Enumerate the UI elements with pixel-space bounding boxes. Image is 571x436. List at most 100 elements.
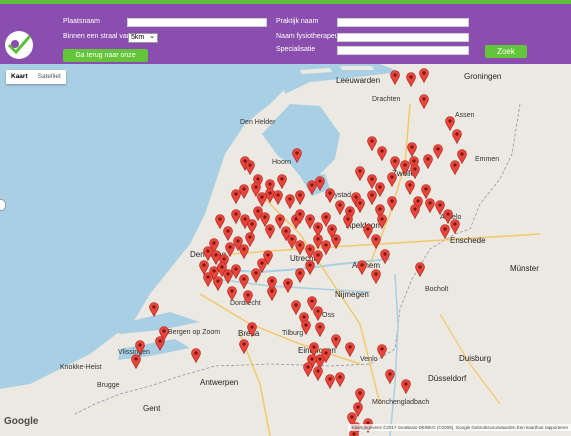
practice-marker-icon[interactable] <box>380 249 390 264</box>
practice-marker-icon[interactable] <box>371 234 381 249</box>
map-attribution[interactable]: Kaartgegevens ©2017 GeoBasis-DE/BKG (©20… <box>348 424 571 431</box>
practice-marker-icon[interactable] <box>239 274 249 289</box>
map-base <box>0 64 541 436</box>
practice-marker-icon[interactable] <box>390 70 400 85</box>
practice-marker-icon[interactable] <box>390 156 400 171</box>
practice-marker-icon[interactable] <box>159 326 169 341</box>
practice-marker-icon[interactable] <box>315 176 325 191</box>
practice-marker-icon[interactable] <box>405 180 415 195</box>
map-type-control: Kaart Satelliet <box>6 70 66 84</box>
practice-marker-icon[interactable] <box>335 372 345 387</box>
practice-marker-icon[interactable] <box>407 142 417 157</box>
practice-marker-icon[interactable] <box>367 190 377 205</box>
practice-marker-icon[interactable] <box>335 200 345 215</box>
practice-marker-icon[interactable] <box>203 272 213 287</box>
practice-marker-icon[interactable] <box>355 198 365 213</box>
practice-marker-icon[interactable] <box>423 154 433 169</box>
map-type-map-button[interactable]: Kaart <box>6 70 33 84</box>
practice-marker-icon[interactable] <box>433 144 443 159</box>
practice-marker-icon[interactable] <box>315 322 325 337</box>
practice-marker-icon[interactable] <box>355 166 365 181</box>
practice-marker-icon[interactable] <box>367 136 377 151</box>
city-label: Münster <box>510 264 539 273</box>
practice-marker-icon[interactable] <box>331 334 341 349</box>
practice-marker-icon[interactable] <box>295 190 305 205</box>
practice-marker-icon[interactable] <box>325 188 335 203</box>
practice-marker-icon[interactable] <box>247 322 257 337</box>
practice-marker-icon[interactable] <box>213 276 223 291</box>
practice-marker-icon[interactable] <box>387 196 397 211</box>
city-label: Assen <box>455 112 475 119</box>
practice-marker-icon[interactable] <box>313 250 323 265</box>
practice-marker-icon[interactable] <box>345 342 355 357</box>
practice-marker-icon[interactable] <box>415 262 425 277</box>
practice-marker-icon[interactable] <box>440 224 450 239</box>
practice-marker-icon[interactable] <box>303 362 313 377</box>
practice-marker-icon[interactable] <box>377 146 387 161</box>
practice-marker-icon[interactable] <box>421 184 431 199</box>
practice-marker-icon[interactable] <box>385 369 395 384</box>
practice-marker-icon[interactable] <box>295 268 305 283</box>
practice-marker-icon[interactable] <box>273 190 283 205</box>
practice-marker-icon[interactable] <box>245 232 255 247</box>
practice-marker-icon[interactable] <box>357 260 367 275</box>
practice-marker-icon[interactable] <box>419 68 429 83</box>
practice-marker-icon[interactable] <box>191 348 201 363</box>
practice-marker-icon[interactable] <box>239 339 249 354</box>
practice-marker-icon[interactable] <box>410 204 420 219</box>
practice-marker-icon[interactable] <box>450 160 460 175</box>
practice-marker-icon[interactable] <box>135 340 145 355</box>
practice-marker-icon[interactable] <box>301 320 311 335</box>
practice-marker-icon[interactable] <box>223 226 233 241</box>
city-label: Emmen <box>475 156 500 163</box>
city-label: Knokke-Heist <box>60 364 102 371</box>
specialisatie-input[interactable] <box>337 46 469 55</box>
practice-marker-icon[interactable] <box>245 160 255 175</box>
practice-marker-icon[interactable] <box>425 198 435 213</box>
practice-marker-icon[interactable] <box>452 129 462 144</box>
praktijk-input[interactable] <box>337 18 469 27</box>
practice-marker-icon[interactable] <box>450 219 460 234</box>
city-label: Hoorn <box>272 159 292 166</box>
practice-marker-icon[interactable] <box>295 209 305 224</box>
practice-marker-icon[interactable] <box>355 388 365 403</box>
practice-marker-icon[interactable] <box>285 194 295 209</box>
practice-marker-icon[interactable] <box>277 174 287 189</box>
plaatsnaam-input[interactable] <box>127 18 267 27</box>
practice-marker-icon[interactable] <box>263 250 273 265</box>
practice-marker-icon[interactable] <box>325 374 335 389</box>
practice-marker-icon[interactable] <box>231 189 241 204</box>
city-label: Düsseldorf <box>428 374 467 383</box>
map-type-satellite-button[interactable]: Satelliet <box>33 70 66 84</box>
practice-marker-icon[interactable] <box>321 348 331 363</box>
practice-marker-icon[interactable] <box>283 278 293 293</box>
practice-marker-icon[interactable] <box>227 286 237 301</box>
practice-marker-icon[interactable] <box>343 214 353 229</box>
practice-marker-icon[interactable] <box>387 172 397 187</box>
practice-marker-icon[interactable] <box>401 379 411 394</box>
plaatsnaam-label: Plaatsnaam <box>63 18 100 25</box>
practice-marker-icon[interactable] <box>313 306 323 321</box>
practice-marker-icon[interactable] <box>292 148 302 163</box>
city-label: Antwerpen <box>200 378 239 387</box>
practice-marker-icon[interactable] <box>371 269 381 284</box>
practice-marker-icon[interactable] <box>406 72 416 87</box>
search-button[interactable]: Zoek <box>485 45 527 58</box>
practice-marker-icon[interactable] <box>377 344 387 359</box>
practice-marker-icon[interactable] <box>410 164 420 179</box>
practice-marker-icon[interactable] <box>419 94 429 109</box>
practice-marker-icon[interactable] <box>295 240 305 255</box>
practice-marker-icon[interactable] <box>331 234 341 249</box>
practice-marker-icon[interactable] <box>377 214 387 229</box>
practice-marker-icon[interactable] <box>149 302 159 317</box>
practice-marker-icon[interactable] <box>243 290 253 305</box>
praktijk-label: Praktijk naam <box>276 18 319 25</box>
map-canvas[interactable]: Kaart Satelliet Leeuwarden Groningen Ass… <box>0 64 571 436</box>
practice-marker-icon[interactable] <box>313 366 323 381</box>
back-to-website-button[interactable]: Ga terug naar onze website <box>63 49 148 72</box>
practice-marker-icon[interactable] <box>267 276 277 291</box>
practice-marker-icon[interactable] <box>131 354 141 369</box>
fysio-input[interactable] <box>337 33 469 42</box>
straal-select[interactable]: 5km ⌄ <box>128 33 158 43</box>
practice-marker-icon[interactable] <box>265 224 275 239</box>
